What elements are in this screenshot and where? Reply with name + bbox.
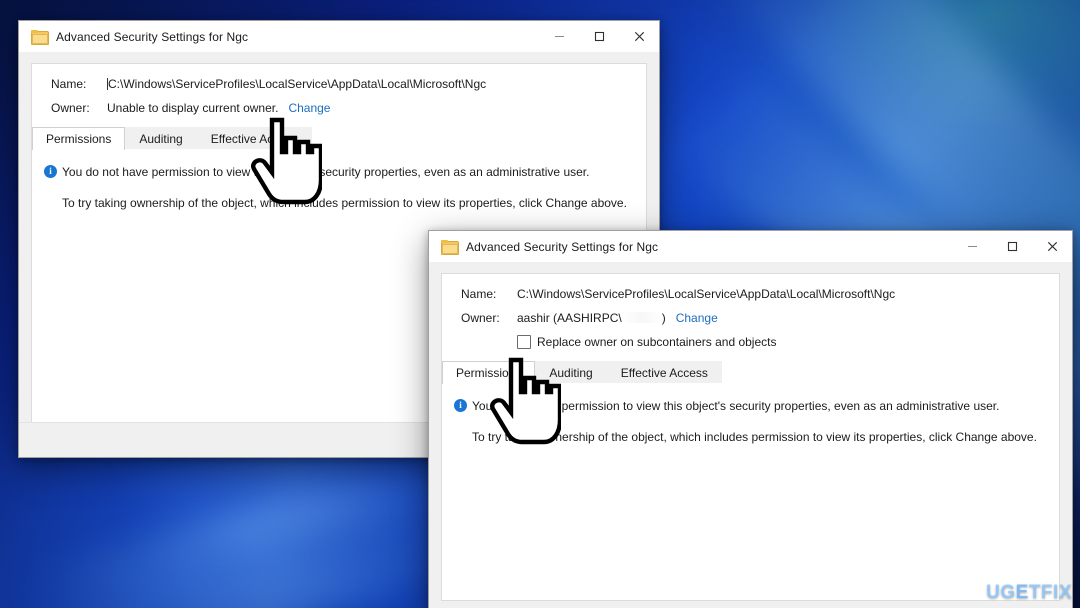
replace-owner-checkbox-row[interactable]: Replace owner on subcontainers and objec… bbox=[517, 335, 776, 349]
tab-permissions[interactable]: Permissions bbox=[32, 127, 126, 150]
permission-warning-text: You do not have permission to view this … bbox=[62, 165, 590, 179]
maximize-button[interactable] bbox=[579, 21, 619, 52]
desktop-screen: Advanced Security Settings for Ngc Name: bbox=[0, 0, 1080, 608]
replace-owner-checkbox[interactable] bbox=[517, 335, 531, 349]
tab-permissions[interactable]: Permissions bbox=[442, 361, 536, 384]
tabstrip: Permissions Auditing Effective Access bbox=[442, 360, 1059, 384]
owner-value-suffix: ) bbox=[661, 311, 666, 325]
maximize-button[interactable] bbox=[992, 231, 1032, 262]
owner-redacted-username bbox=[621, 312, 662, 323]
minimize-button[interactable] bbox=[539, 21, 579, 52]
owner-value-prefix: aashir (AASHIRPC\ bbox=[517, 311, 622, 325]
window-title: Advanced Security Settings for Ngc bbox=[466, 239, 659, 254]
tab-auditing[interactable]: Auditing bbox=[125, 127, 197, 150]
tab-effective-access[interactable]: Effective Access bbox=[196, 127, 312, 150]
info-icon: i bbox=[44, 165, 57, 178]
content-panel: Name: C:\Windows\ServiceProfiles\LocalSe… bbox=[441, 273, 1060, 601]
name-value-wrap: C:\Windows\ServiceProfiles\LocalService\… bbox=[107, 77, 486, 91]
close-button[interactable] bbox=[1032, 231, 1072, 262]
minimize-button[interactable] bbox=[952, 231, 992, 262]
owner-value-wrap: aashir (AASHIRPC\) bbox=[517, 311, 666, 325]
name-field-row: Name: C:\Windows\ServiceProfiles\LocalSe… bbox=[51, 77, 486, 91]
permission-warning-row: i You do not have permission to view thi… bbox=[44, 165, 630, 179]
tab-effective-access[interactable]: Effective Access bbox=[606, 361, 722, 384]
folder-icon bbox=[441, 239, 459, 255]
owner-label: Owner: bbox=[461, 311, 500, 325]
permission-warning-text: You do not have permission to view this … bbox=[472, 399, 1000, 413]
tabstrip: Permissions Auditing Effective Access bbox=[32, 126, 646, 150]
name-label: Name: bbox=[51, 77, 87, 91]
window-title: Advanced Security Settings for Ngc bbox=[56, 29, 249, 44]
name-value: C:\Windows\ServiceProfiles\LocalService\… bbox=[517, 287, 896, 301]
take-ownership-hint: To try taking ownership of the object, w… bbox=[472, 430, 1037, 444]
tab-auditing[interactable]: Auditing bbox=[535, 361, 607, 384]
owner-change-link[interactable]: Change bbox=[676, 311, 718, 325]
titlebar[interactable]: Advanced Security Settings for Ngc bbox=[19, 21, 659, 52]
watermark-prefix: UG bbox=[986, 582, 1016, 603]
titlebar[interactable]: Advanced Security Settings for Ngc bbox=[429, 231, 1072, 262]
take-ownership-hint: To try taking ownership of the object, w… bbox=[62, 196, 627, 210]
window-body: Name: C:\Windows\ServiceProfiles\LocalSe… bbox=[429, 262, 1072, 608]
info-icon: i bbox=[454, 399, 467, 412]
window-advanced-security-settings-front[interactable]: Advanced Security Settings for Ngc Name: bbox=[428, 230, 1073, 608]
caption-button-group bbox=[952, 231, 1072, 262]
owner-field-row: Owner: aashir (AASHIRPC\) Change bbox=[461, 311, 718, 325]
owner-label: Owner: bbox=[51, 101, 90, 115]
owner-value: Unable to display current owner. bbox=[107, 101, 279, 115]
watermark-middle: E bbox=[1015, 582, 1029, 603]
folder-icon bbox=[31, 29, 49, 45]
tab-panel-permissions: i You do not have permission to view thi… bbox=[442, 383, 1059, 600]
name-value: C:\Windows\ServiceProfiles\LocalService\… bbox=[108, 77, 487, 91]
ugetfix-watermark: UGETFIX bbox=[986, 582, 1072, 604]
close-button[interactable] bbox=[619, 21, 659, 52]
permission-warning-row: i You do not have permission to view thi… bbox=[454, 399, 1043, 413]
owner-field-row: Owner: Unable to display current owner. … bbox=[51, 101, 330, 115]
caption-button-group bbox=[539, 21, 659, 52]
replace-owner-label: Replace owner on subcontainers and objec… bbox=[537, 335, 777, 349]
name-label: Name: bbox=[461, 287, 497, 301]
owner-change-link[interactable]: Change bbox=[288, 101, 330, 115]
watermark-suffix: TFIX bbox=[1028, 582, 1072, 603]
name-field-row: Name: C:\Windows\ServiceProfiles\LocalSe… bbox=[461, 287, 895, 301]
